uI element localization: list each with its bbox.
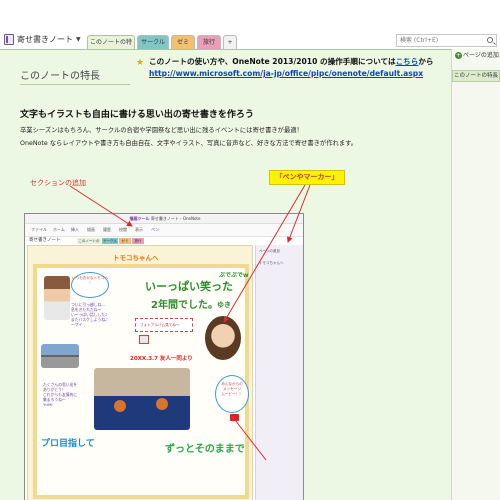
embed-tab: サークル — [102, 238, 118, 244]
embed-tab: 旅行 — [132, 238, 144, 244]
notebook-icon — [4, 34, 14, 45]
photo-team — [94, 368, 190, 430]
basketball — [156, 398, 168, 410]
title-divider — [20, 84, 130, 85]
embed-ribbon-item: ファイル — [31, 227, 47, 232]
photo-album-link: フォトアルバム見てね～ — [135, 318, 193, 332]
embed-ribbon-item: 表示 — [135, 227, 143, 232]
body-text-2: OneNote ならレイアウトや書き方も自由自在、文字やイラスト、写真に音声など… — [20, 140, 358, 147]
embed-page-item: トモコちゃんへ — [259, 261, 284, 265]
add-section-tab[interactable]: + — [223, 35, 237, 49]
tab-notebook-features[interactable]: このノートの特長 — [87, 35, 135, 60]
page-list-panel — [451, 49, 500, 500]
tab-seminar[interactable]: ゼミ — [171, 35, 195, 49]
note1-line: ～マイ — [71, 322, 83, 327]
embed-ribbon-item: 挿入 — [71, 227, 79, 232]
file-attachment-icon — [139, 335, 149, 344]
notebook-title: 寄せ書きノート — [17, 35, 73, 44]
page-heading: 文字もイラストも自由に書ける思い出の寄せ書きを作ろう — [20, 110, 254, 120]
photo-city — [41, 344, 79, 368]
handwriting-bottom-left: プロ目指して — [41, 439, 95, 449]
handwriting-line-1: いーっぱい笑った — [145, 280, 233, 293]
photo-girl — [44, 276, 70, 320]
embed-ribbon-item: 校閲 — [119, 227, 127, 232]
add-page-label: ページの追加 — [463, 52, 499, 59]
embed-ribbon-item: ペン — [151, 227, 159, 232]
bubble2-line: ムービー！！ — [221, 392, 243, 396]
info-line-1: このノートの使い方や、OneNote 2013/2010 の操作手順についてはこ… — [149, 56, 434, 67]
chevron-down-icon[interactable]: ▼ — [76, 36, 81, 43]
speech-bubble-2: みんなからの メッセージ ムービー！！ — [215, 375, 249, 413]
callout-pen-marker: 「ペンやマーカー」 — [269, 170, 345, 185]
callout-add-section: セクションの追加 — [30, 179, 86, 187]
search-input[interactable]: 検索 (Ctrl+E) — [396, 34, 497, 47]
photo-woman — [205, 316, 241, 360]
message-board: いつもおかなトモコへ ♡ ついに引っ越しね… 息をきたれだね〜 い〜っぱい話しし… — [33, 264, 249, 499]
plus-icon: + — [455, 52, 462, 59]
info-suffix: から — [418, 57, 434, 66]
embed-tab: このノートの特長 — [77, 238, 101, 249]
star-icon: ★ — [136, 58, 145, 68]
body-text-1: 卒業シーズンはもちろん、サークルの合宿や学園祭など思い出に残るイベントには寄せ書… — [20, 127, 303, 134]
tab-travel[interactable]: 旅行 — [197, 35, 221, 49]
embed-title-bar: 描画ツール 寄せ書きノート - OneNote — [25, 214, 303, 224]
handwriting-top: ぶでぶでw — [219, 272, 249, 279]
embed-notebook-name: 寄せ書きノート — [29, 238, 61, 243]
embed-ribbon-item: 履歴 — [103, 227, 111, 232]
info-link-here[interactable]: こちら — [396, 57, 419, 66]
bubble1-line: ♡ — [88, 281, 92, 285]
handwriting-signature: ゆき — [217, 301, 231, 309]
tab-circle[interactable]: サークル — [137, 35, 169, 49]
embed-page: トモコちゃんへ いつもおかなトモコへ ♡ ついに引っ越しね… 息をきたれだね〜 … — [27, 245, 253, 500]
info-url-link[interactable]: http://www.microsoft.com/ja-jp/office/pi… — [149, 69, 423, 78]
message-note-2: たくさんの思い出を ありがとう！ これからも友情的に 集まろうね～ YUMI — [43, 382, 77, 407]
date-line: 20XX.3.7 友人一同より — [130, 356, 193, 362]
embed-window-title: 寄せ書きノート - OneNote — [150, 216, 201, 221]
handwriting-bottom-right: ずっとそのままで — [165, 444, 245, 455]
embed-highlight: 描画ツール — [129, 216, 150, 221]
embed-page-heading: トモコちゃんへ — [113, 254, 159, 262]
embed-page-list: ページの追加 トモコちゃんへ — [255, 245, 303, 500]
add-page-button[interactable]: + ページの追加 — [452, 49, 500, 63]
notebook-switcher[interactable]: 寄せ書きノート ▼ — [0, 30, 86, 49]
embed-ribbon-item: 描画 — [87, 227, 95, 232]
embed-ribbon: ファイル ホーム 挿入 描画 履歴 校閲 表示 ペン — [25, 224, 303, 237]
handwriting-line-2: 2年間でした。 — [151, 300, 218, 311]
speech-bubble-1: いつもおかなトモコへ ♡ — [71, 272, 109, 298]
video-icon — [230, 414, 239, 421]
search-placeholder: 検索 (Ctrl+E) — [400, 37, 439, 44]
info-prefix: このノートの使い方や、OneNote 2013/2010 の操作手順については — [149, 57, 396, 66]
message-note-1: ついに引っ越しね… 息をきたれだね〜 い〜っぱい話しした♪ またバスケしようね♪… — [71, 302, 108, 327]
embed-tab: ゼミ — [119, 238, 131, 244]
page-list-item[interactable]: このノートの特長 — [452, 70, 500, 82]
page-canvas[interactable]: このノートの特長 ★ このノートの使い方や、OneNote 2013/2010 … — [0, 49, 451, 500]
embed-ribbon-item: ホーム — [53, 227, 65, 232]
embedded-screenshot: 描画ツール 寄せ書きノート - OneNote ファイル ホーム 挿入 描画 履… — [24, 213, 304, 500]
embed-add-page: ページの追加 — [259, 249, 280, 253]
basketball — [114, 400, 126, 412]
note2-line: YUMI — [43, 402, 53, 407]
search-icon[interactable] — [487, 37, 493, 43]
page-title[interactable]: このノートの特長 — [20, 67, 100, 82]
